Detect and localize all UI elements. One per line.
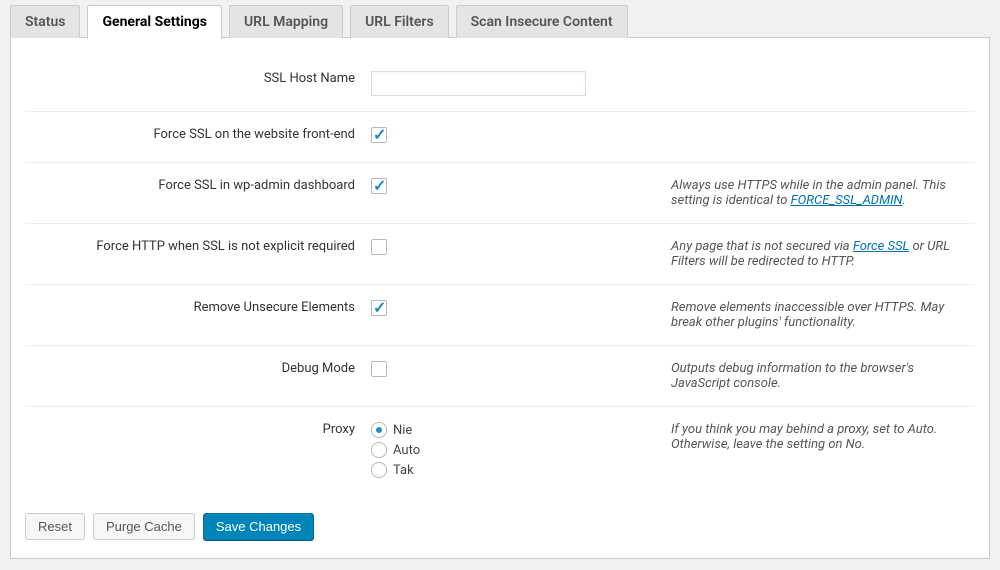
purge-cache-button[interactable]: Purge Cache bbox=[93, 513, 195, 540]
force-front-checkbox[interactable] bbox=[371, 127, 387, 143]
tab-url-filters[interactable]: URL Filters bbox=[350, 5, 449, 38]
proxy-help: If you think you may behind a proxy, set… bbox=[665, 407, 975, 498]
tabs-bar: Status General Settings URL Mapping URL … bbox=[10, 5, 990, 38]
remove-unsecure-label: Remove Unsecure Elements bbox=[25, 285, 365, 346]
force-ssl-admin-link[interactable]: FORCE_SSL_ADMIN bbox=[791, 193, 903, 208]
force-http-label: Force HTTP when SSL is not explicit requ… bbox=[25, 224, 365, 285]
force-admin-help: Always use HTTPS while in the admin pane… bbox=[665, 163, 975, 224]
reset-button[interactable]: Reset bbox=[25, 513, 85, 540]
force-ssl-link[interactable]: Force SSL bbox=[853, 239, 909, 254]
force-http-checkbox[interactable] bbox=[371, 239, 387, 255]
proxy-option-tak[interactable]: Tak bbox=[371, 462, 655, 478]
debug-checkbox[interactable] bbox=[371, 361, 387, 377]
settings-panel: SSL Host Name Force SSL on the website f… bbox=[10, 37, 990, 559]
radio-icon bbox=[371, 442, 387, 458]
proxy-radio-group: Nie Auto Tak bbox=[371, 422, 655, 478]
proxy-label: Proxy bbox=[25, 407, 365, 498]
tab-status[interactable]: Status bbox=[10, 5, 80, 38]
debug-label: Debug Mode bbox=[25, 346, 365, 407]
ssl-host-input[interactable] bbox=[371, 71, 586, 96]
radio-icon bbox=[371, 462, 387, 478]
force-http-help: Any page that is not secured via Force S… bbox=[665, 224, 975, 285]
radio-icon bbox=[371, 422, 387, 438]
button-row: Reset Purge Cache Save Changes bbox=[25, 513, 975, 540]
debug-help: Outputs debug information to the browser… bbox=[665, 346, 975, 407]
tab-general-settings[interactable]: General Settings bbox=[87, 5, 222, 39]
remove-unsecure-checkbox[interactable] bbox=[371, 300, 387, 316]
tab-url-mapping[interactable]: URL Mapping bbox=[229, 5, 343, 38]
tab-scan-insecure[interactable]: Scan Insecure Content bbox=[456, 5, 628, 38]
save-changes-button[interactable]: Save Changes bbox=[203, 513, 314, 540]
ssl-host-label: SSL Host Name bbox=[25, 56, 365, 112]
force-front-label: Force SSL on the website front-end bbox=[25, 112, 365, 163]
remove-unsecure-help: Remove elements inaccessible over HTTPS.… bbox=[665, 285, 975, 346]
proxy-option-nie[interactable]: Nie bbox=[371, 422, 655, 438]
proxy-option-auto[interactable]: Auto bbox=[371, 442, 655, 458]
force-admin-label: Force SSL in wp-admin dashboard bbox=[25, 163, 365, 224]
force-admin-checkbox[interactable] bbox=[371, 178, 387, 194]
